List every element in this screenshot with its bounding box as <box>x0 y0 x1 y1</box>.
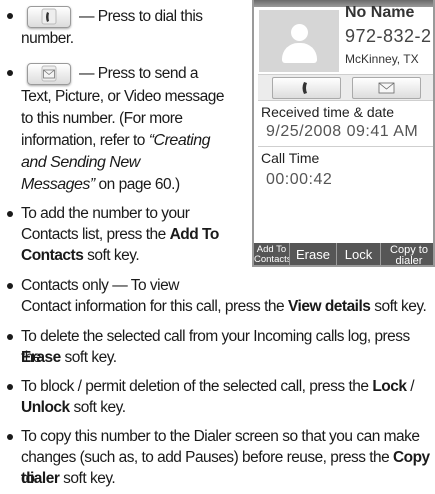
message-desc-3: to this number. (For more <box>21 110 183 127</box>
bullet-dot <box>7 434 13 440</box>
calltime-label: Call Time <box>261 150 320 166</box>
message-desc-6: Messages” on page 60.) <box>21 176 180 193</box>
contacts-only-desc-1: Contacts only — To view <box>21 277 179 294</box>
message-key-icon <box>27 63 71 85</box>
bullet-dot <box>7 13 13 19</box>
message-desc-4: information, refer to “Creating <box>21 132 211 149</box>
softkey-label: dialer <box>395 255 423 267</box>
message-desc-1: — Press to send a <box>79 65 199 82</box>
erase-softkey[interactable]: Erase <box>290 243 337 265</box>
person-silhouette-icon <box>259 10 339 72</box>
contact-number: 972-832-2146 <box>345 26 433 46</box>
add-desc-2: Contacts list, press the Add To <box>21 226 219 243</box>
add-to-contacts-softkey[interactable]: Add To Contacts <box>254 243 290 265</box>
contact-location: McKinney, TX <box>345 52 419 66</box>
softkey-bar: Add To Contacts Erase Lock Copy to diale… <box>254 243 433 267</box>
phone-handset-icon <box>41 8 57 25</box>
copy-desc-1: To copy this number to the Dialer screen… <box>21 428 420 445</box>
dial-button[interactable] <box>272 77 341 99</box>
contacts-only-desc-2: Contact information for this call, press… <box>21 298 427 315</box>
phone-handset-icon <box>302 82 307 94</box>
dial-key-icon <box>27 6 71 28</box>
lock-softkey[interactable]: Lock <box>337 243 381 265</box>
phone-screen: No Name 972-832-2146 McKinney, TX Receiv… <box>252 0 435 267</box>
bullet-dot <box>7 70 13 76</box>
bullet-dot <box>7 384 13 390</box>
dial-desc-2: number. <box>21 30 74 47</box>
lock-desc-2: Unlock soft key. <box>21 399 126 416</box>
message-desc-5: and Sending New <box>21 154 140 171</box>
bullet-dot <box>7 283 13 289</box>
erase-desc-2: Erase soft key. <box>21 349 117 366</box>
envelope-icon <box>41 65 57 82</box>
copy-desc-3: dialer soft key. <box>21 470 116 487</box>
calltime-value: 00:00:42 <box>266 171 333 188</box>
envelope-icon <box>378 82 395 94</box>
message-button[interactable] <box>352 77 421 99</box>
add-desc-1: To add the number to your <box>21 205 190 222</box>
bullet-dot <box>7 211 13 217</box>
copy-to-dialer-softkey[interactable]: Copy to dialer <box>381 243 433 267</box>
contact-name: No Name <box>345 4 415 21</box>
softkey-label: Contacts <box>254 254 290 265</box>
lock-desc-1: To block / permit deletion of the select… <box>21 378 415 395</box>
dial-desc: — Press to dial this <box>79 8 203 25</box>
divider <box>258 146 433 147</box>
received-label: Received time & date <box>261 104 395 120</box>
message-desc-2: Text, Picture, or Video message <box>21 88 225 105</box>
add-desc-3: Contacts soft key. <box>21 247 140 264</box>
received-value: 9/25/2008 09:41 AM <box>266 123 419 140</box>
action-button-row <box>258 74 433 101</box>
bullet-dot <box>7 334 13 340</box>
